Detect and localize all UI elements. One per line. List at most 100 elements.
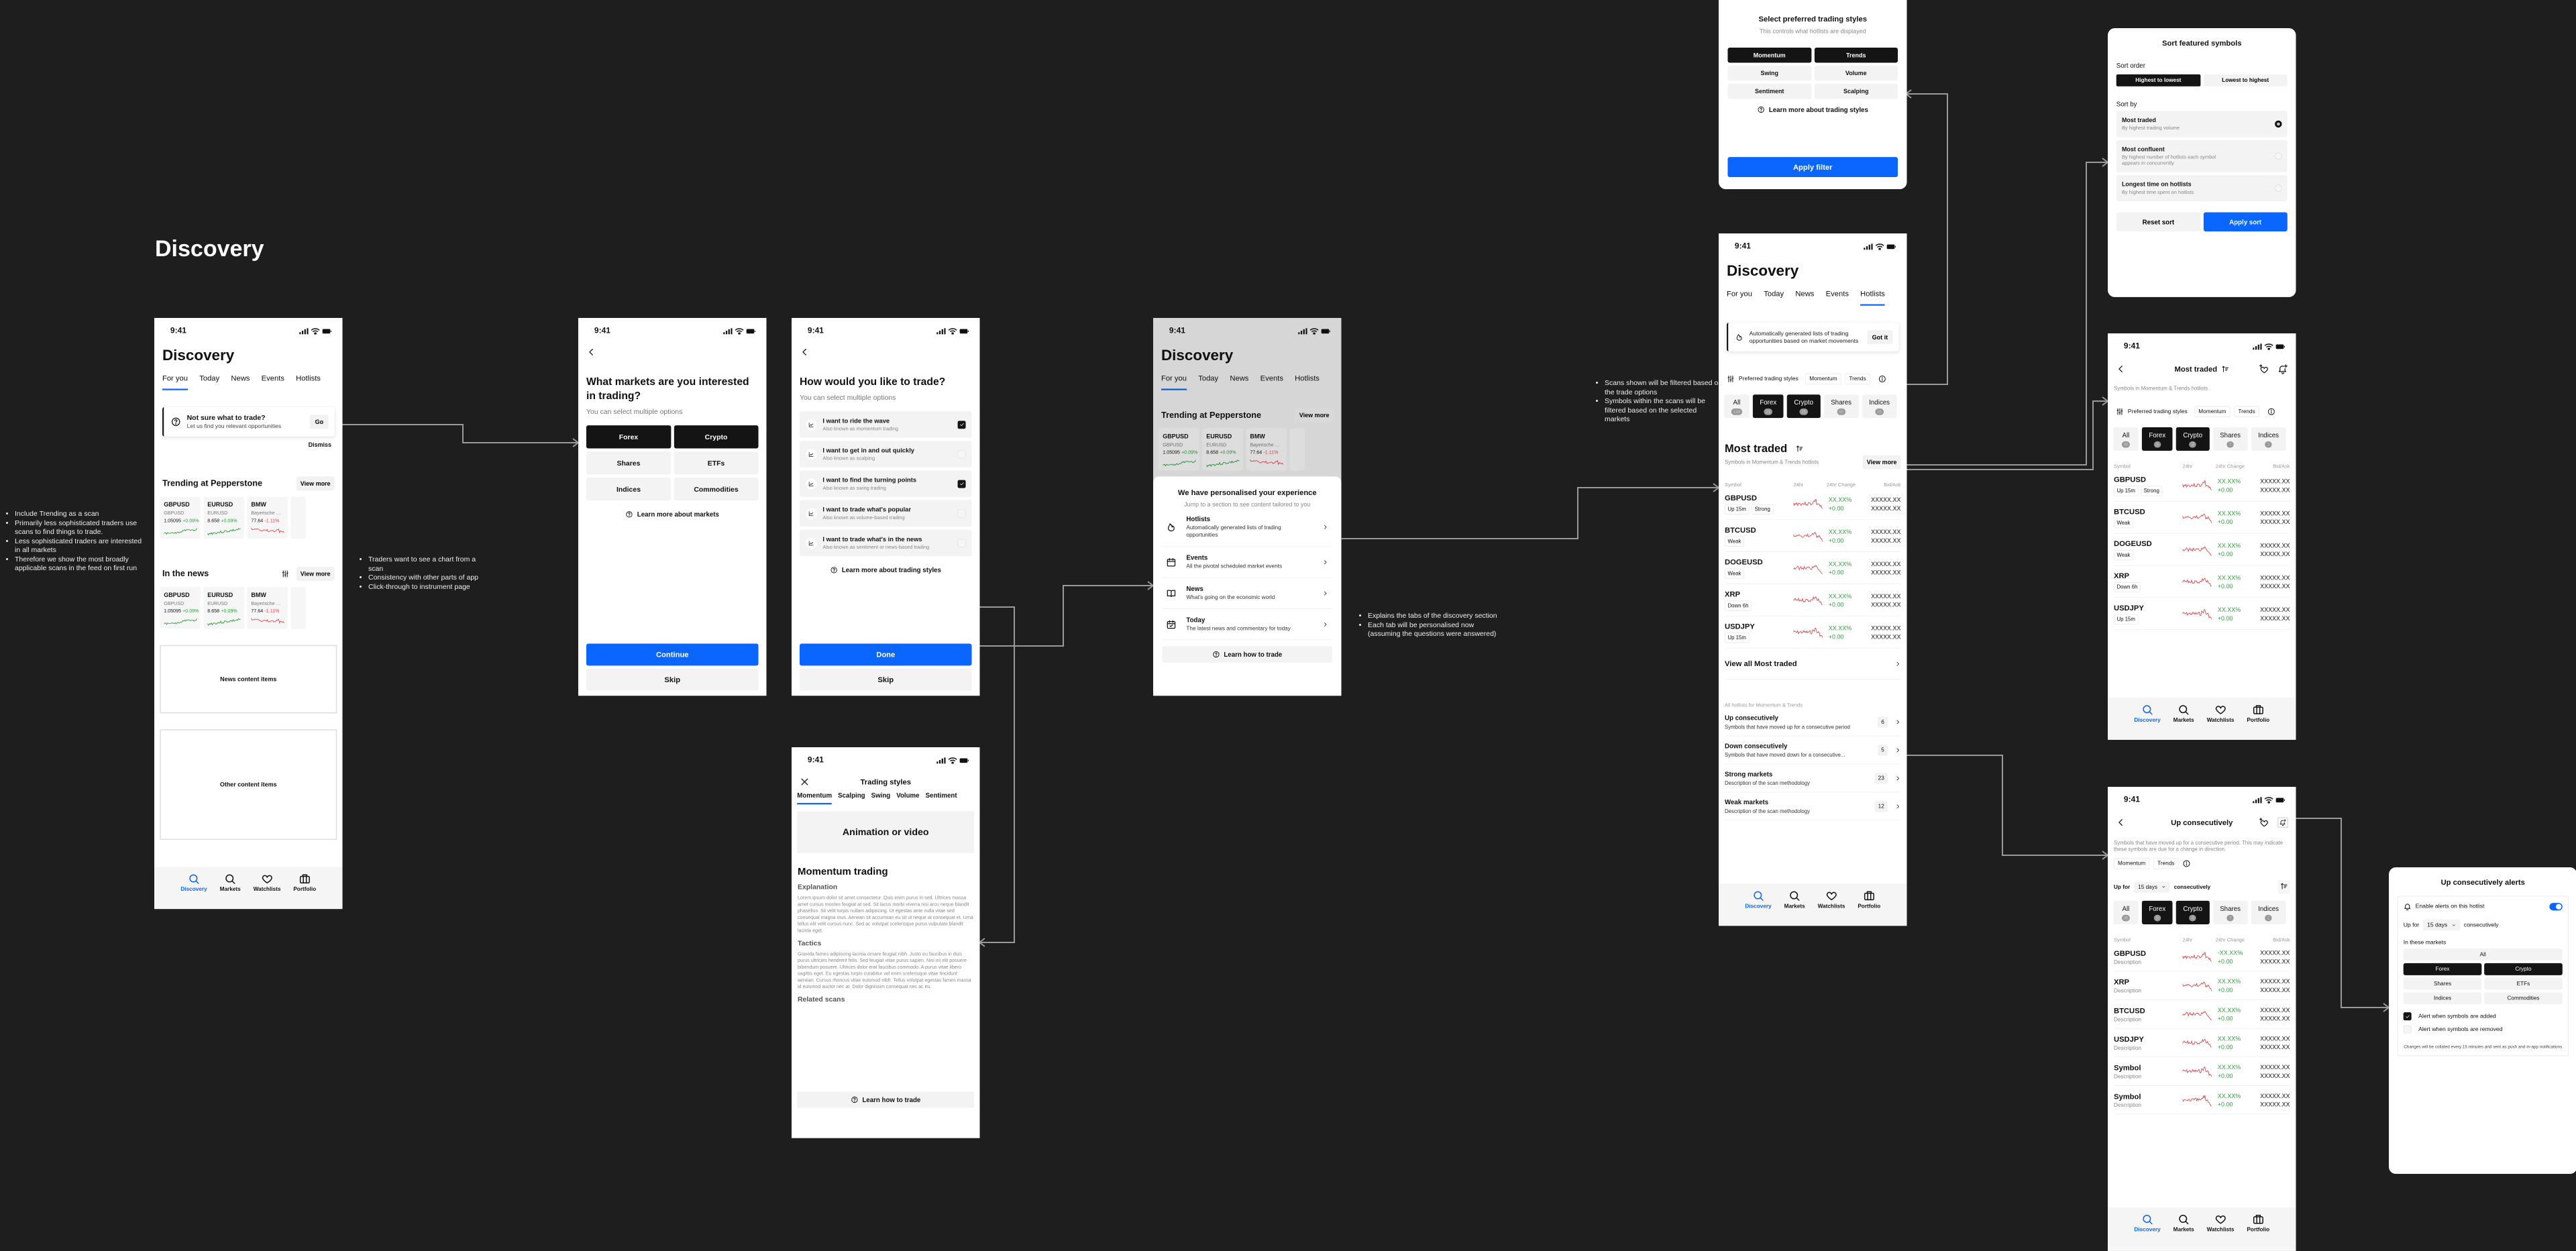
heart-plus-icon[interactable] — [2259, 364, 2269, 374]
table-row[interactable]: GBPUSD Description -XX.XX% +0.00 XXXXX.XX XXX… — [2113, 943, 2290, 972]
bell-plus-icon[interactable] — [2278, 364, 2288, 374]
trade-style-option[interactable]: I want to get in and out quickly Also kno… — [799, 441, 972, 468]
option-etfs[interactable]: ETFs — [674, 451, 759, 475]
style-chip[interactable]: Trends — [2234, 406, 2259, 417]
option-indices[interactable]: Indices — [2403, 992, 2482, 1005]
hotlist-weak-markets[interactable]: Weak markets Description of the scan meth… — [1724, 792, 1901, 821]
option-forex[interactable]: Forex — [2403, 963, 2482, 975]
hotlist-down-consecutively[interactable]: Down consecutively Symbols that have move… — [1724, 736, 1901, 765]
market-chip-all[interactable]: All 36 — [2113, 427, 2139, 451]
checkbox[interactable] — [2403, 1025, 2412, 1034]
tab-swing[interactable]: Swing — [871, 792, 891, 804]
learn-more-trading-styles-link[interactable]: Learn more about trading styles — [1719, 106, 1907, 113]
option-forex[interactable]: Forex — [586, 425, 672, 449]
market-chip-all[interactable]: All 134 — [1724, 394, 1750, 419]
table-row[interactable]: GBPUSD Up 15m Strong XX.XX% +0.00 XXXXX.XX XXX… — [2113, 470, 2290, 502]
tab-for-you[interactable]: For you — [162, 374, 189, 390]
option-scalping[interactable]: Scalping — [1814, 83, 1898, 99]
sort-option-most-traded[interactable]: Most traded By highest trading volume — [2116, 111, 2288, 138]
checkbox[interactable] — [957, 420, 966, 429]
table-row[interactable]: XRP Down 6h XX.XX% +0.00 XXXXX.XX XXXXX.XX — [1724, 584, 1901, 616]
sort-option-longest-time-on-hotlists[interactable]: Longest time on hotlists By highest time … — [2116, 175, 2288, 202]
option-shares[interactable]: Shares — [2403, 977, 2482, 990]
checkbox[interactable] — [957, 539, 966, 547]
go-button[interactable]: Go — [310, 415, 329, 429]
sort-icon[interactable] — [1795, 445, 1803, 453]
alert-check-added[interactable]: Alert when symbols are added — [2403, 1012, 2563, 1021]
nav-discovery[interactable]: Discovery — [1745, 889, 1772, 926]
skip-button[interactable]: Skip — [799, 668, 972, 691]
table-row[interactable]: BTCUSD Weak XX.XX% +0.00 XXXXX.XX XXXXX.XX — [2113, 502, 2290, 534]
info-icon[interactable] — [1878, 375, 1886, 383]
table-row[interactable]: USDJPY Up 15m XX.XX% +0.00 XXXXX.XX XXXXX.XX — [2113, 598, 2290, 631]
learn-how-to-trade-button[interactable]: Learn how to trade — [797, 1091, 975, 1108]
preferred-trading-styles[interactable]: Preferred trading styles Momentum Trends — [2108, 406, 2296, 417]
learn-more-markets-link[interactable]: Learn more about markets — [578, 510, 767, 518]
market-chip-forex[interactable]: Forex 3 — [2141, 900, 2173, 924]
nav-discovery[interactable]: Discovery — [2134, 1213, 2161, 1250]
trade-style-option[interactable]: I want to trade what's popular Also known… — [799, 500, 972, 527]
nav-portfolio[interactable]: Portfolio — [293, 873, 316, 909]
trade-style-option[interactable]: I want to trade what's in the news Also k… — [799, 529, 972, 557]
sort-order-highest-to-lowest[interactable]: Highest to lowest — [2116, 74, 2201, 87]
tab-today[interactable]: Today — [1764, 290, 1784, 306]
instrument-card-peek[interactable] — [290, 586, 306, 629]
table-row[interactable]: XRP Description XX.XX% +0.00 XXXXX.XX XXXXX.X… — [2113, 971, 2290, 1000]
table-row[interactable]: Symbol Description XX.XX% +0.00 XXXXX.XX XXXX… — [2113, 1086, 2290, 1115]
enable-alerts-toggle[interactable] — [2549, 902, 2563, 910]
view-more-button[interactable]: View more — [1862, 455, 1901, 470]
nav-portfolio[interactable]: Portfolio — [1858, 889, 1880, 926]
sort-button[interactable] — [2277, 880, 2290, 894]
market-chip-shares[interactable]: Shares 60 — [1823, 394, 1859, 419]
instrument-card[interactable]: GBPUSD GBPUSD 1.05095 +0.09% — [160, 496, 201, 539]
market-chip-crypto[interactable]: Crypto 3 — [2176, 900, 2210, 924]
period-dropdown[interactable]: 15 days — [2423, 919, 2460, 931]
got-it-button[interactable]: Got it — [1867, 329, 1893, 344]
checkbox[interactable] — [957, 480, 966, 488]
table-row[interactable]: BTCUSD Description XX.XX% +0.00 XXXXX.XX XXXX… — [2113, 1000, 2290, 1029]
tab-news[interactable]: News — [1795, 290, 1814, 306]
option-all[interactable]: All — [2403, 948, 2563, 961]
table-row[interactable]: GBPUSD Up 15m Strong XX.XX% +0.00 XXXXX.XX XXX… — [1724, 488, 1901, 521]
apply-filter-button[interactable]: Apply filter — [1727, 157, 1898, 178]
info-icon[interactable] — [2267, 408, 2275, 416]
radio-button[interactable] — [2275, 184, 2282, 192]
hotlist-up-consecutively[interactable]: Up consecutively Symbols that have moved … — [1724, 708, 1901, 737]
style-chip[interactable]: Trends — [1845, 373, 1870, 385]
style-chip[interactable]: Momentum — [2113, 858, 2150, 869]
style-chip[interactable]: Trends — [2153, 858, 2179, 869]
option-commodities[interactable]: Commodities — [674, 477, 759, 501]
back-button[interactable] — [578, 340, 767, 362]
market-chip-crypto[interactable]: Crypto 25 — [1786, 394, 1821, 419]
option-shares[interactable]: Shares — [586, 451, 672, 475]
sliders-icon[interactable] — [281, 569, 289, 578]
bell-plus-icon[interactable] — [2277, 817, 2288, 828]
learn-more-trading-styles-link[interactable]: Learn more about trading styles — [792, 566, 980, 574]
option-volume[interactable]: Volume — [1814, 65, 1898, 81]
info-icon[interactable] — [2182, 859, 2190, 867]
market-chip-shares[interactable]: Shares 7 — [2212, 900, 2248, 924]
instrument-card[interactable]: GBPUSD GBPUSD 1.05095 +0.09% — [160, 586, 201, 629]
option-momentum[interactable]: Momentum — [1727, 48, 1812, 63]
market-chip-shares[interactable]: Shares 7 — [2212, 427, 2248, 451]
table-row[interactable]: USDJPY Up 15m XX.XX% +0.00 XXXXX.XX XXXXX.XX — [1724, 616, 1901, 649]
section-link-today[interactable]: Today The latest news and commentary for … — [1162, 609, 1333, 641]
instrument-card-peek[interactable] — [290, 496, 306, 539]
option-sentiment[interactable]: Sentiment — [1727, 83, 1812, 99]
table-row[interactable]: USDJPY Description XX.XX% +0.00 XXXXX.XX XXXX… — [2113, 1029, 2290, 1058]
radio-button[interactable] — [2275, 120, 2282, 128]
radio-button[interactable] — [2275, 152, 2282, 160]
preferred-trading-styles[interactable]: Preferred trading styles Momentum Trends — [1719, 373, 1907, 385]
market-chip-indices[interactable]: Indices 1 — [2251, 900, 2286, 924]
tab-volume[interactable]: Volume — [896, 792, 919, 804]
nav-watchlists[interactable]: Watchlists — [254, 873, 280, 909]
trade-style-option[interactable]: I want to find the turning points Also kn… — [799, 470, 972, 498]
learn-how-to-trade-button[interactable]: Learn how to trade — [1162, 646, 1333, 663]
table-row[interactable]: Symbol Description XX.XX% +0.00 XXXXX.XX XXXX… — [2113, 1057, 2290, 1086]
nav-markets[interactable]: Markets — [220, 873, 241, 909]
option-commodities[interactable]: Commodities — [2484, 992, 2563, 1005]
section-link-hotlists[interactable]: Hotlists Automatically generated lists of… — [1162, 508, 1333, 547]
nav-portfolio[interactable]: Portfolio — [2247, 704, 2269, 740]
market-chip-crypto[interactable]: Crypto 3 — [2176, 427, 2210, 451]
view-more-button[interactable]: View more — [296, 567, 335, 581]
